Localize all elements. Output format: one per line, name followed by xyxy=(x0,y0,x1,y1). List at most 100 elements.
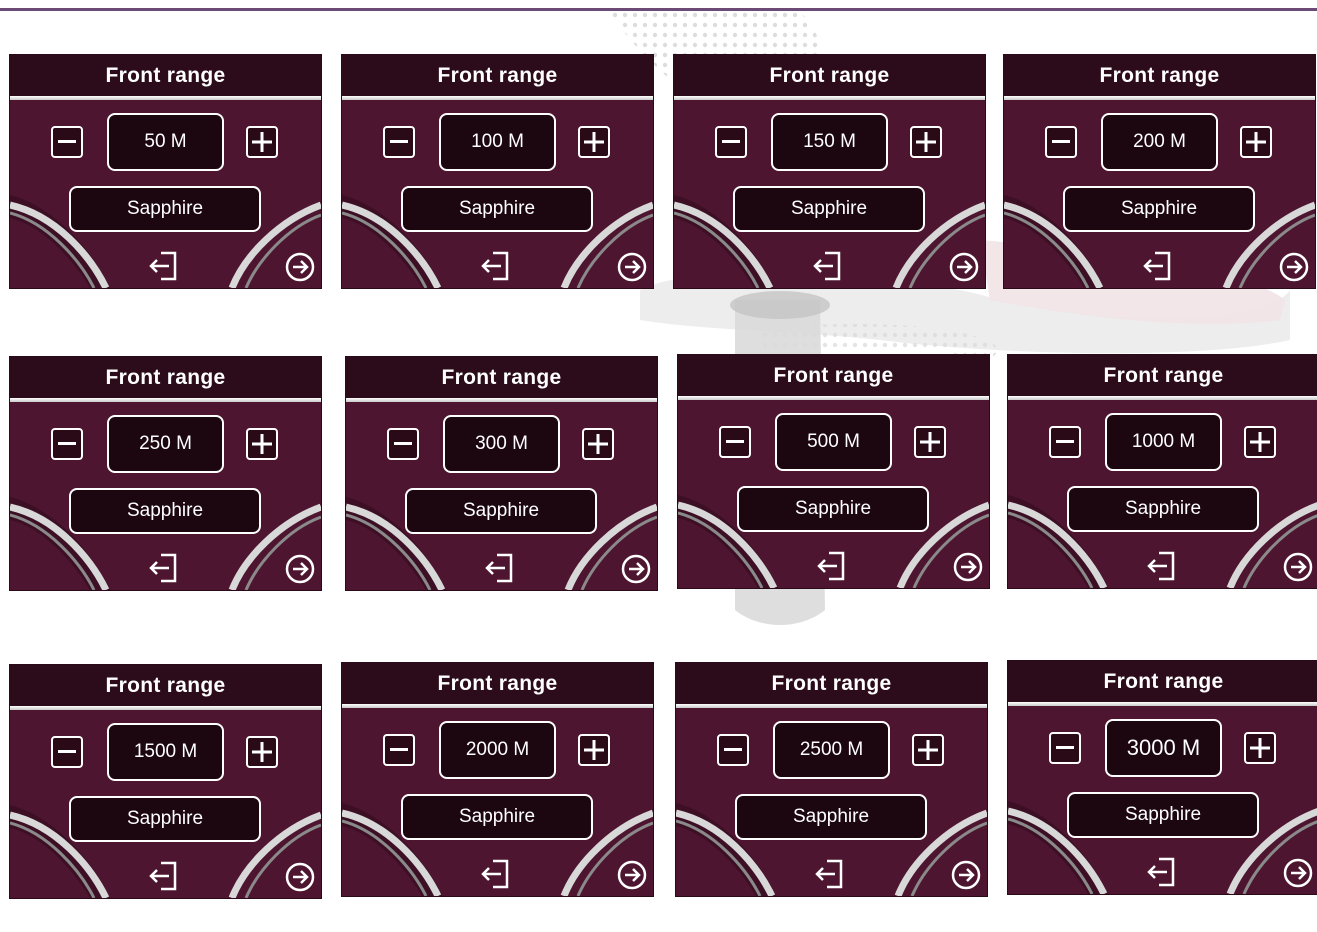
range-value-display: 250 M xyxy=(107,415,224,473)
decrease-button[interactable] xyxy=(51,736,83,768)
exit-icon[interactable] xyxy=(815,551,849,581)
increase-button[interactable] xyxy=(1244,732,1276,764)
header-rule xyxy=(1008,396,1317,400)
minus-icon xyxy=(58,442,76,445)
range-value-display: 50 M xyxy=(107,113,224,171)
plus-icon xyxy=(1250,432,1270,452)
plus-icon xyxy=(252,434,272,454)
arrow-right-circle-icon[interactable] xyxy=(1282,551,1314,583)
screen-panel: Front range 150 M Sapphire xyxy=(674,55,985,288)
arrow-right-circle-icon[interactable] xyxy=(284,861,316,893)
increase-button[interactable] xyxy=(246,736,278,768)
plus-icon xyxy=(1250,738,1270,758)
exit-icon[interactable] xyxy=(147,553,181,583)
plus-icon xyxy=(252,132,272,152)
arrow-right-circle-icon[interactable] xyxy=(948,251,980,283)
arrow-right-circle-icon[interactable] xyxy=(950,859,982,891)
header-rule xyxy=(1004,96,1315,100)
minus-icon xyxy=(1052,140,1070,143)
range-value-display: 500 M xyxy=(775,413,892,471)
range-value-display: 1500 M xyxy=(107,723,224,781)
mode-selector[interactable]: Sapphire xyxy=(405,488,597,534)
panel-title: Front range xyxy=(10,665,321,706)
screen-panel: Front range 2000 M Sapphire xyxy=(342,663,653,896)
panel-title: Front range xyxy=(1008,661,1317,702)
minus-icon xyxy=(724,748,742,751)
exit-icon[interactable] xyxy=(479,251,513,281)
decrease-button[interactable] xyxy=(1045,126,1077,158)
increase-button[interactable] xyxy=(246,126,278,158)
screen-panel: Front range 50 M Sapphire xyxy=(10,55,321,288)
mode-selector[interactable]: Sapphire xyxy=(1067,486,1259,532)
plus-icon xyxy=(584,740,604,760)
arrow-right-circle-icon[interactable] xyxy=(616,251,648,283)
minus-icon xyxy=(390,140,408,143)
exit-icon[interactable] xyxy=(147,251,181,281)
increase-button[interactable] xyxy=(910,126,942,158)
mode-selector[interactable]: Sapphire xyxy=(1063,186,1255,232)
panel-title: Front range xyxy=(10,55,321,96)
mode-selector[interactable]: Sapphire xyxy=(1067,792,1259,838)
screen-panel: Front range 300 M Sapphire xyxy=(346,357,657,590)
range-value-display: 1000 M xyxy=(1105,413,1222,471)
header-rule xyxy=(342,704,653,708)
exit-icon[interactable] xyxy=(479,859,513,889)
minus-icon xyxy=(1056,440,1074,443)
exit-icon[interactable] xyxy=(811,251,845,281)
mode-selector[interactable]: Sapphire xyxy=(69,186,261,232)
arrow-right-circle-icon[interactable] xyxy=(1278,251,1310,283)
minus-icon xyxy=(722,140,740,143)
increase-button[interactable] xyxy=(914,426,946,458)
mode-selector[interactable]: Sapphire xyxy=(401,186,593,232)
decrease-button[interactable] xyxy=(1049,732,1081,764)
plus-icon xyxy=(916,132,936,152)
decrease-button[interactable] xyxy=(387,428,419,460)
mode-selector[interactable]: Sapphire xyxy=(69,488,261,534)
mode-selector[interactable]: Sapphire xyxy=(401,794,593,840)
increase-button[interactable] xyxy=(1244,426,1276,458)
arrow-right-circle-icon[interactable] xyxy=(952,551,984,583)
range-value-display: 2500 M xyxy=(773,721,890,779)
increase-button[interactable] xyxy=(912,734,944,766)
header-rule xyxy=(10,706,321,710)
header-rule xyxy=(1008,702,1317,706)
exit-icon[interactable] xyxy=(1145,551,1179,581)
panel-title: Front range xyxy=(678,355,989,396)
decrease-button[interactable] xyxy=(383,734,415,766)
mode-selector[interactable]: Sapphire xyxy=(737,486,929,532)
exit-icon[interactable] xyxy=(483,553,517,583)
exit-icon[interactable] xyxy=(1145,857,1179,887)
range-value-display: 2000 M xyxy=(439,721,556,779)
decrease-button[interactable] xyxy=(717,734,749,766)
arrow-right-circle-icon[interactable] xyxy=(284,553,316,585)
screen-panel: Front range 200 M Sapphire xyxy=(1004,55,1315,288)
screen-panel: Front range 250 M Sapphire xyxy=(10,357,321,590)
decrease-button[interactable] xyxy=(51,126,83,158)
decrease-button[interactable] xyxy=(51,428,83,460)
increase-button[interactable] xyxy=(246,428,278,460)
decrease-button[interactable] xyxy=(1049,426,1081,458)
arrow-right-circle-icon[interactable] xyxy=(284,251,316,283)
increase-button[interactable] xyxy=(582,428,614,460)
increase-button[interactable] xyxy=(578,126,610,158)
arrow-right-circle-icon[interactable] xyxy=(1282,857,1314,889)
mode-selector[interactable]: Sapphire xyxy=(733,186,925,232)
increase-button[interactable] xyxy=(1240,126,1272,158)
decrease-button[interactable] xyxy=(715,126,747,158)
top-rule xyxy=(0,8,1317,11)
exit-icon[interactable] xyxy=(1141,251,1175,281)
mode-selector[interactable]: Sapphire xyxy=(735,794,927,840)
decrease-button[interactable] xyxy=(383,126,415,158)
increase-button[interactable] xyxy=(578,734,610,766)
panel-title: Front range xyxy=(342,55,653,96)
arrow-right-circle-icon[interactable] xyxy=(616,859,648,891)
panel-title: Front range xyxy=(676,663,987,704)
minus-icon xyxy=(58,140,76,143)
exit-icon[interactable] xyxy=(813,859,847,889)
screen-panel: Front range 3000 M Sapphire xyxy=(1008,661,1317,894)
decrease-button[interactable] xyxy=(719,426,751,458)
mode-selector[interactable]: Sapphire xyxy=(69,796,261,842)
screen-panel: Front range 1000 M Sapphire xyxy=(1008,355,1317,588)
arrow-right-circle-icon[interactable] xyxy=(620,553,652,585)
exit-icon[interactable] xyxy=(147,861,181,891)
